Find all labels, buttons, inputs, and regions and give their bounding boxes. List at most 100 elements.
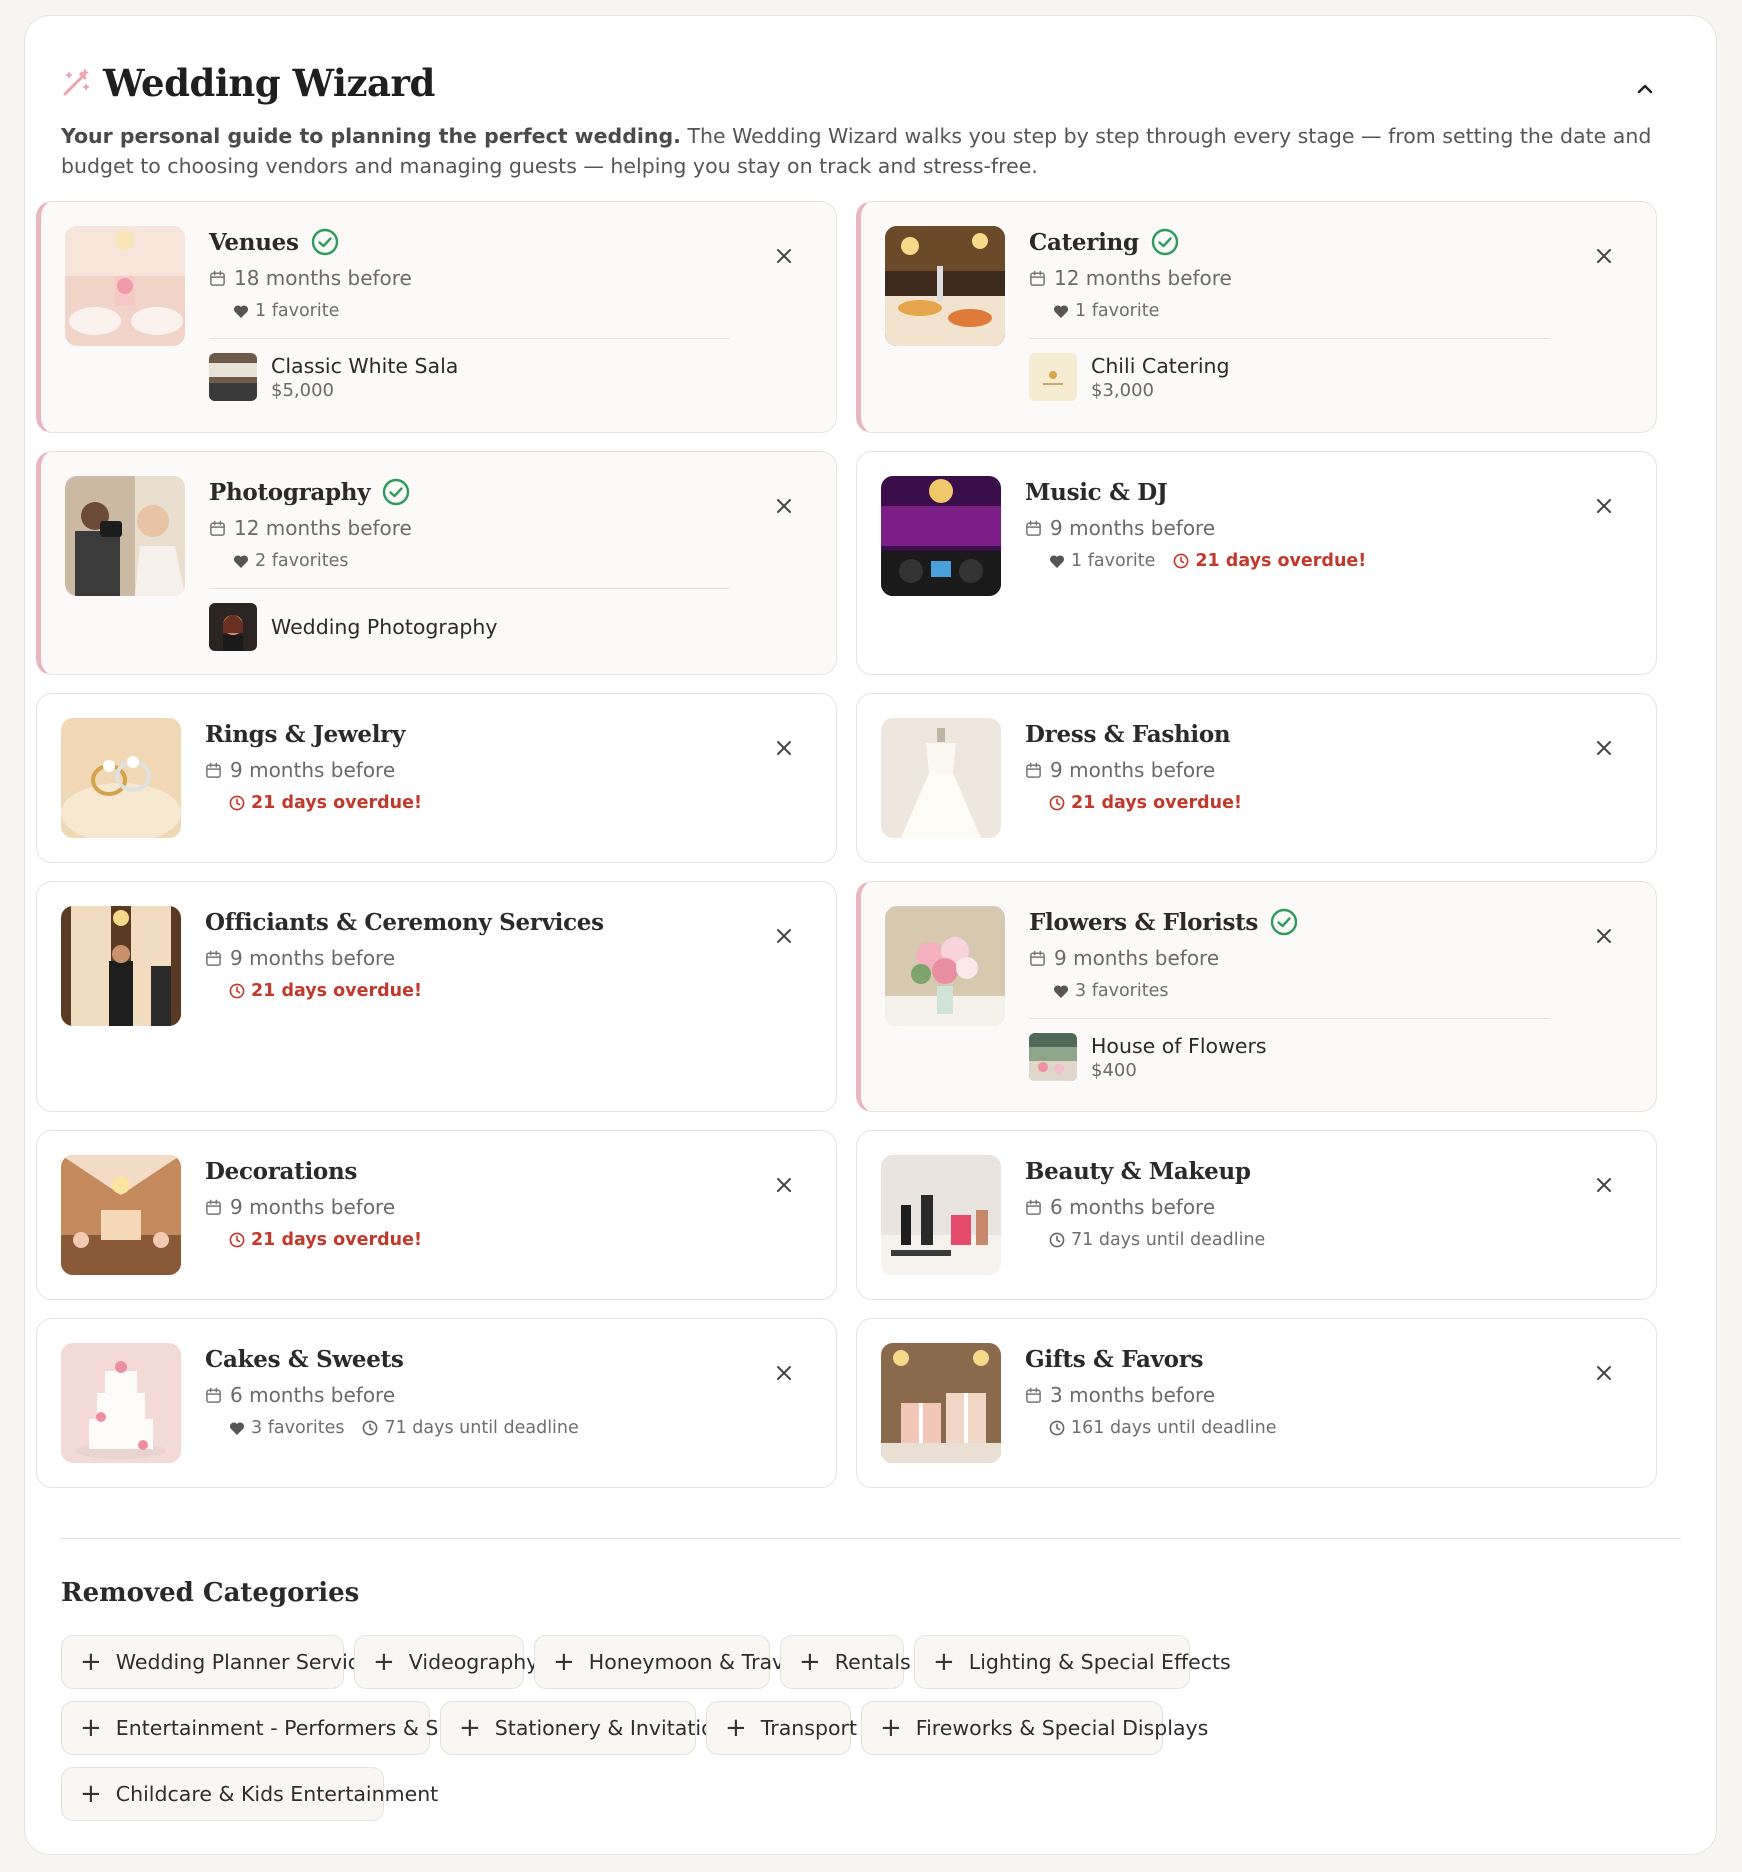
favorites-count[interactable]: 1 favorite — [233, 301, 339, 321]
category-title-text: Venues — [209, 228, 299, 256]
favorites-count[interactable]: 3 favorites — [1053, 981, 1168, 1001]
category-card[interactable]: Decorations 9 months before 21 days overdu… — [36, 1130, 837, 1300]
card-divider — [209, 588, 729, 589]
chip-label: Entertainment - Performers & Shows — [115, 1716, 492, 1740]
favorites-count[interactable]: 1 favorite — [1049, 551, 1155, 571]
restore-category-button[interactable]: + Videography — [354, 1635, 538, 1689]
close-icon[interactable] — [1592, 1361, 1616, 1385]
page-title: Wedding Wizard — [103, 61, 435, 105]
overdue-status: 21 days overdue! — [229, 793, 422, 813]
close-icon[interactable] — [772, 244, 796, 268]
calendar-icon — [210, 520, 225, 536]
category-card[interactable]: Music & DJ 9 months before 1 favorite 21 da… — [856, 451, 1657, 675]
close-icon[interactable] — [1592, 244, 1616, 268]
calendar-icon — [206, 1387, 221, 1403]
close-icon[interactable] — [772, 924, 796, 948]
selected-vendor[interactable]: Classic White Sala $5,000 — [209, 353, 736, 401]
deadline-status: 71 days until deadline — [362, 1418, 579, 1438]
close-icon[interactable] — [772, 1173, 796, 1197]
restore-category-button[interactable]: + Lighting & Special Effects — [914, 1635, 1231, 1689]
category-title-text: Flowers & Florists — [1029, 908, 1259, 936]
calendar-icon — [1026, 1199, 1041, 1215]
category-image — [881, 1155, 1001, 1275]
vendor-price: $400 — [1091, 1059, 1137, 1081]
restore-category-button[interactable]: + Fireworks & Special Displays — [861, 1701, 1208, 1755]
check-circle-icon — [383, 478, 410, 506]
category-image — [881, 476, 1001, 596]
category-image — [881, 1343, 1001, 1463]
plus-icon: + — [725, 1713, 747, 1743]
vendor-image — [1029, 1033, 1077, 1081]
category-card[interactable]: Gifts & Favors 3 months before 161 days un… — [856, 1318, 1657, 1488]
vendor-name: House of Flowers — [1091, 1033, 1267, 1058]
restore-category-button[interactable]: + Childcare & Kids Entertainment — [61, 1767, 438, 1821]
category-meta: 3 favorites — [1029, 976, 1556, 1006]
timing-text: 9 months before — [1050, 516, 1216, 540]
category-image — [61, 906, 181, 1026]
calendar-icon — [206, 762, 221, 778]
restore-category-button[interactable]: + Honeymoon & Travel — [534, 1635, 803, 1689]
category-image — [61, 1343, 181, 1463]
category-title: Music & DJ — [1025, 474, 1556, 510]
vendor-details: House of Flowers $400 — [1091, 1034, 1267, 1081]
category-title-text: Decorations — [205, 1157, 358, 1185]
favorites-count[interactable]: 3 favorites — [229, 1418, 344, 1438]
category-card[interactable]: Dress & Fashion 9 months before 21 days ov… — [856, 693, 1657, 863]
heart-icon — [233, 304, 249, 318]
category-title: Cakes & Sweets — [205, 1341, 736, 1377]
calendar-icon — [206, 950, 221, 966]
favorites-count[interactable]: 2 favorites — [233, 551, 348, 571]
overdue-status: 21 days overdue! — [229, 1230, 422, 1250]
vendor-name: Chili Catering — [1091, 353, 1230, 378]
selected-vendor[interactable]: House of Flowers $400 — [1029, 1033, 1556, 1081]
check-circle-icon — [311, 228, 338, 256]
category-card[interactable]: Flowers & Florists 9 months before 3 favor… — [856, 881, 1657, 1112]
restore-category-button[interactable]: + Entertainment - Performers & Shows — [61, 1701, 491, 1755]
clock-icon — [363, 1420, 378, 1436]
vendor-name: Classic White Sala — [271, 353, 459, 378]
category-card[interactable]: Venues 18 months before 1 favorite Classic … — [36, 201, 837, 433]
restore-category-button[interactable]: + Transport — [706, 1701, 857, 1755]
favorites-count[interactable]: 1 favorite — [1053, 301, 1159, 321]
timing-text: 3 months before — [1050, 1383, 1216, 1407]
close-icon[interactable] — [1592, 1173, 1616, 1197]
selected-vendor[interactable]: Wedding Photography — [209, 603, 736, 651]
close-icon[interactable] — [772, 736, 796, 760]
timing-text: 9 months before — [1054, 946, 1220, 970]
restore-category-button[interactable]: + Wedding Planner Services — [61, 1635, 382, 1689]
restore-category-button[interactable]: + Stationery & Invitations — [440, 1701, 737, 1755]
close-icon[interactable] — [772, 1361, 796, 1385]
heart-icon — [1053, 304, 1069, 318]
chip-label: Transport — [760, 1716, 857, 1740]
collapse-button[interactable] — [1630, 74, 1660, 104]
category-card[interactable]: Beauty & Makeup 6 months before 71 days un… — [856, 1130, 1657, 1300]
removed-categories-title: Removed Categories — [61, 1578, 360, 1608]
category-info: Photography 12 months before 2 favorites We… — [209, 474, 736, 651]
category-info: Gifts & Favors 3 months before 161 days un… — [1025, 1341, 1556, 1443]
selected-vendor[interactable]: Chili Catering $3,000 — [1029, 353, 1556, 401]
category-meta: 161 days until deadline — [1025, 1413, 1556, 1443]
close-icon[interactable] — [1592, 924, 1616, 948]
category-title: Beauty & Makeup — [1025, 1153, 1556, 1189]
category-card[interactable]: Catering 12 months before 1 favorite Chili … — [856, 201, 1657, 433]
category-card[interactable]: Photography 12 months before 2 favorites We… — [36, 451, 837, 675]
category-timing: 3 months before — [1025, 1379, 1556, 1411]
check-circle-icon — [1270, 908, 1298, 936]
category-timing: 6 months before — [205, 1379, 736, 1411]
close-icon[interactable] — [1592, 494, 1616, 518]
status-text: 21 days overdue! — [1195, 551, 1367, 571]
category-image — [885, 226, 1005, 346]
category-info: Officiants & Ceremony Services 9 months b… — [205, 904, 736, 1006]
close-icon[interactable] — [1592, 736, 1616, 760]
category-timing: 9 months before — [1025, 512, 1556, 544]
heart-icon — [233, 554, 249, 568]
restore-category-button[interactable]: + Rentals — [780, 1635, 911, 1689]
category-title-text: Gifts & Favors — [1025, 1345, 1204, 1373]
category-card[interactable]: Officiants & Ceremony Services 9 months b… — [36, 881, 837, 1112]
close-icon[interactable] — [772, 494, 796, 518]
card-divider — [1029, 1018, 1549, 1019]
category-card[interactable]: Rings & Jewelry 9 months before 21 days ov… — [36, 693, 837, 863]
category-timing: 9 months before — [205, 1191, 736, 1223]
category-card[interactable]: Cakes & Sweets 6 months before 3 favorites… — [36, 1318, 837, 1488]
category-timing: 6 months before — [1025, 1191, 1556, 1223]
